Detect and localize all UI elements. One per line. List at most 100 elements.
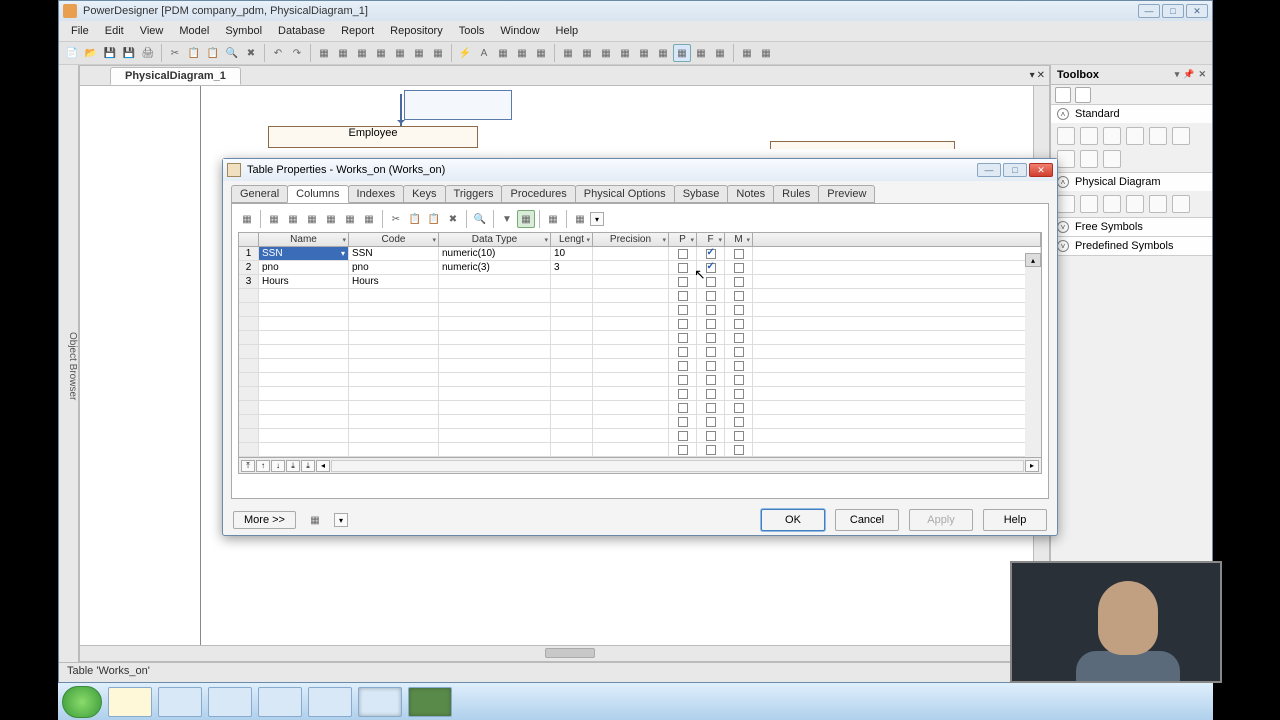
next-row-icon[interactable]: ↓ <box>271 460 285 472</box>
tab-preview[interactable]: Preview <box>818 185 875 203</box>
zoom-out-icon[interactable] <box>1126 127 1144 145</box>
script-icon[interactable]: ⚡ <box>456 44 474 62</box>
db-icon[interactable]: ▦ <box>635 44 653 62</box>
checkbox[interactable] <box>706 333 716 343</box>
tab-keys[interactable]: Keys <box>403 185 445 203</box>
checkbox[interactable] <box>734 305 744 315</box>
tab-rules[interactable]: Rules <box>773 185 819 203</box>
db-icon[interactable]: ▦ <box>616 44 634 62</box>
table-other[interactable] <box>770 141 955 149</box>
checkbox[interactable] <box>678 431 688 441</box>
task-powerpoint[interactable] <box>258 687 302 717</box>
scroll-left-icon[interactable]: ◂ <box>316 460 330 472</box>
dialog-minimize-button[interactable]: — <box>977 163 1001 177</box>
lasso-icon[interactable] <box>1172 127 1190 145</box>
menu-model[interactable]: Model <box>171 23 217 39</box>
checkbox[interactable] <box>678 361 688 371</box>
file-icon[interactable] <box>1172 195 1190 213</box>
checkbox[interactable] <box>678 375 688 385</box>
table-row[interactable] <box>239 401 1041 415</box>
diagram-tab[interactable]: PhysicalDiagram_1 <box>110 67 241 85</box>
scrollbar-horizontal[interactable] <box>80 645 1049 661</box>
task-explorer[interactable] <box>108 687 152 717</box>
table-row[interactable]: 2pnopnonumeric(3)3 <box>239 261 1041 275</box>
checkbox[interactable] <box>734 291 744 301</box>
view-list-icon[interactable] <box>1075 87 1091 103</box>
find-icon[interactable]: 🔍 <box>471 210 489 228</box>
paste-icon[interactable]: 📋 <box>425 210 443 228</box>
saveall-icon[interactable]: 💾 <box>120 44 138 62</box>
find-icon[interactable]: 🔍 <box>223 44 241 62</box>
last-row-icon[interactable]: ⤓ <box>286 460 300 472</box>
tab-close-icon[interactable]: ✕ <box>1037 70 1045 81</box>
properties-icon[interactable]: ▦ <box>238 210 256 228</box>
tool-icon[interactable]: ▦ <box>513 44 531 62</box>
insert-row-icon[interactable]: ▦ <box>303 210 321 228</box>
toolbox-dropdown-icon[interactable]: ▾ <box>1175 69 1180 80</box>
db-icon[interactable]: ▦ <box>711 44 729 62</box>
checkbox[interactable] <box>706 361 716 371</box>
checkbox[interactable] <box>678 319 688 329</box>
maximize-button[interactable]: □ <box>1162 4 1184 18</box>
zoom-icon[interactable] <box>1149 127 1167 145</box>
checkbox[interactable] <box>706 375 716 385</box>
tool-icon[interactable]: ▦ <box>334 44 352 62</box>
db-icon[interactable]: ▦ <box>654 44 672 62</box>
checkbox[interactable] <box>706 277 716 287</box>
db-icon[interactable]: ▦ <box>738 44 756 62</box>
checkbox[interactable] <box>734 417 744 427</box>
tab-columns[interactable]: Columns <box>287 185 348 203</box>
header-m[interactable]: M <box>734 234 742 245</box>
table-icon[interactable] <box>1057 195 1075 213</box>
tab-general[interactable]: General <box>231 185 288 203</box>
customize-icon[interactable]: ▦ <box>517 210 535 228</box>
checkbox[interactable] <box>678 445 688 455</box>
reference-icon[interactable] <box>1103 195 1121 213</box>
dropdown-icon[interactable]: ▾ <box>590 212 604 226</box>
tab-notes[interactable]: Notes <box>727 185 774 203</box>
checkbox[interactable] <box>706 263 716 273</box>
prev-row-icon[interactable]: ↑ <box>256 460 270 472</box>
copy-icon[interactable]: 📋 <box>406 210 424 228</box>
add-icon[interactable]: ▦ <box>284 210 302 228</box>
undo-icon[interactable]: ↶ <box>269 44 287 62</box>
db-icon[interactable]: ▦ <box>559 44 577 62</box>
checkbox[interactable] <box>734 389 744 399</box>
tab-triggers[interactable]: Triggers <box>445 185 503 203</box>
scroll-up-icon[interactable]: ▴ <box>1025 253 1041 267</box>
delete-icon[interactable]: ✖ <box>444 210 462 228</box>
header-name[interactable]: Name <box>290 234 317 245</box>
menu-window[interactable]: Window <box>492 23 547 39</box>
pointer-icon[interactable] <box>1057 127 1075 145</box>
dialog-close-button[interactable]: ✕ <box>1029 163 1053 177</box>
db-icon[interactable]: ▦ <box>673 44 691 62</box>
open-icon[interactable]: 📂 <box>82 44 100 62</box>
object-browser-tab[interactable]: Object Browser <box>59 65 79 662</box>
table-row[interactable] <box>239 443 1041 457</box>
checkbox[interactable] <box>706 431 716 441</box>
checkbox[interactable] <box>706 403 716 413</box>
save-icon[interactable]: 💾 <box>101 44 119 62</box>
package-icon[interactable] <box>1149 195 1167 213</box>
tab-procedures[interactable]: Procedures <box>501 185 575 203</box>
add-columns-icon[interactable]: ▦ <box>322 210 340 228</box>
task-chrome[interactable] <box>158 687 202 717</box>
tool-icon[interactable]: ▦ <box>360 210 378 228</box>
properties-icon[interactable] <box>1103 150 1121 168</box>
header-code[interactable]: Code <box>382 234 406 245</box>
paste-icon[interactable]: 📋 <box>204 44 222 62</box>
menu-report[interactable]: Report <box>333 23 382 39</box>
table-row[interactable] <box>239 303 1041 317</box>
checkbox[interactable] <box>706 291 716 301</box>
checkbox[interactable] <box>678 403 688 413</box>
checkbox[interactable] <box>678 389 688 399</box>
header-precision[interactable]: Precision <box>610 234 651 245</box>
dialog-maximize-button[interactable]: □ <box>1003 163 1027 177</box>
checkbox[interactable] <box>734 361 744 371</box>
excel-icon[interactable]: ▦ <box>544 210 562 228</box>
checkbox[interactable] <box>706 319 716 329</box>
table-row[interactable] <box>239 387 1041 401</box>
add-column-icon[interactable]: ▦ <box>341 210 359 228</box>
db-icon[interactable]: ▦ <box>692 44 710 62</box>
hand-icon[interactable] <box>1080 127 1098 145</box>
